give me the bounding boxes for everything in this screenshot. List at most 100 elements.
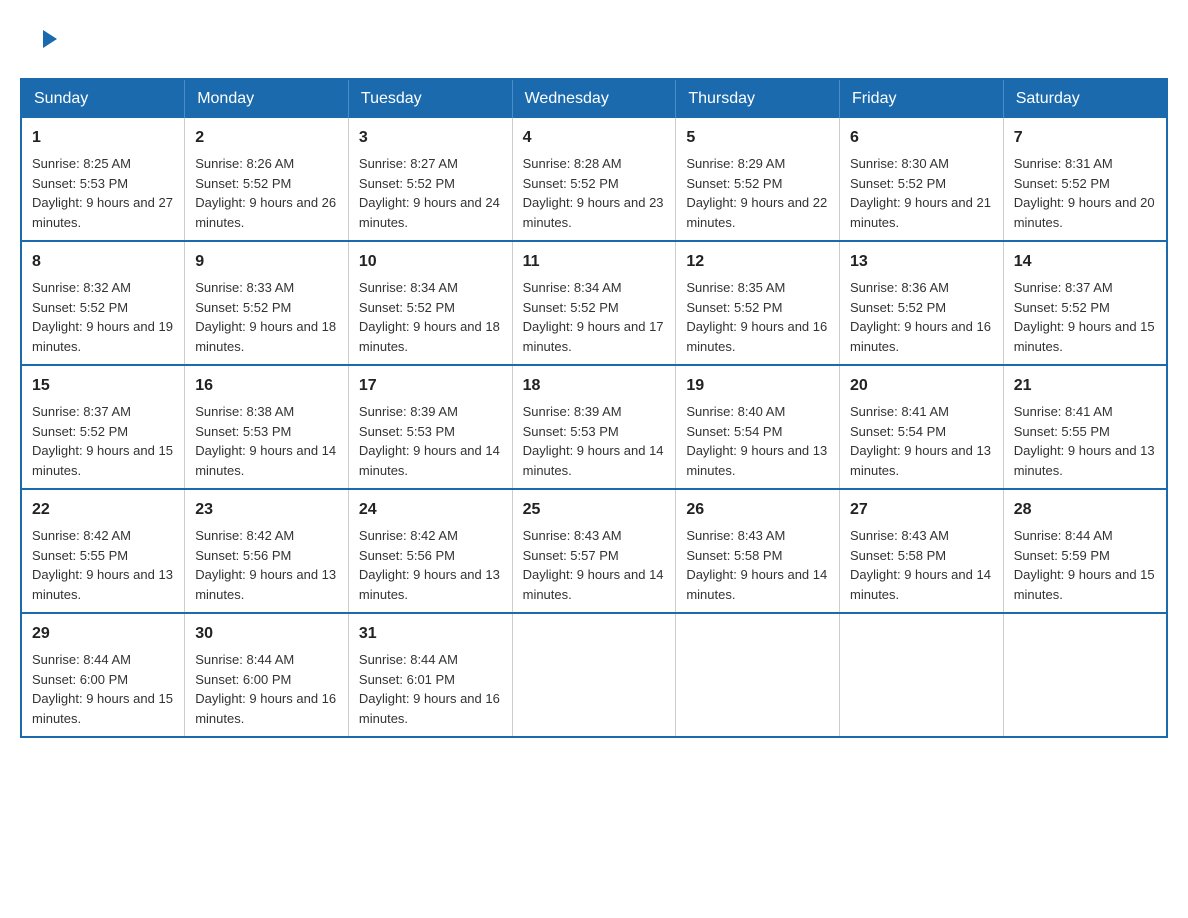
day-daylight: Daylight: 9 hours and 18 minutes. (359, 319, 500, 354)
calendar-day-cell: 28 Sunrise: 8:44 AM Sunset: 5:59 PM Dayl… (1003, 489, 1167, 613)
day-sunset: Sunset: 6:01 PM (359, 672, 455, 687)
day-sunrise: Sunrise: 8:44 AM (32, 652, 131, 667)
day-number: 6 (850, 126, 993, 150)
day-daylight: Daylight: 9 hours and 26 minutes. (195, 195, 336, 230)
day-sunset: Sunset: 6:00 PM (195, 672, 291, 687)
calendar-day-cell: 26 Sunrise: 8:43 AM Sunset: 5:58 PM Dayl… (676, 489, 840, 613)
calendar-day-cell: 7 Sunrise: 8:31 AM Sunset: 5:52 PM Dayli… (1003, 118, 1167, 241)
day-sunset: Sunset: 5:52 PM (1014, 176, 1110, 191)
calendar-day-cell: 3 Sunrise: 8:27 AM Sunset: 5:52 PM Dayli… (348, 118, 512, 241)
day-daylight: Daylight: 9 hours and 15 minutes. (32, 691, 173, 726)
day-daylight: Daylight: 9 hours and 24 minutes. (359, 195, 500, 230)
day-sunset: Sunset: 5:52 PM (195, 300, 291, 315)
day-number: 10 (359, 250, 502, 274)
calendar-day-cell: 8 Sunrise: 8:32 AM Sunset: 5:52 PM Dayli… (21, 241, 185, 365)
day-daylight: Daylight: 9 hours and 16 minutes. (686, 319, 827, 354)
day-daylight: Daylight: 9 hours and 18 minutes. (195, 319, 336, 354)
day-sunset: Sunset: 5:52 PM (32, 300, 128, 315)
calendar-week-row: 1 Sunrise: 8:25 AM Sunset: 5:53 PM Dayli… (21, 118, 1167, 241)
day-daylight: Daylight: 9 hours and 14 minutes. (523, 443, 664, 478)
day-number: 26 (686, 498, 829, 522)
day-daylight: Daylight: 9 hours and 14 minutes. (850, 567, 991, 602)
day-number: 21 (1014, 374, 1156, 398)
calendar-day-cell (840, 613, 1004, 737)
day-daylight: Daylight: 9 hours and 13 minutes. (195, 567, 336, 602)
day-number: 29 (32, 622, 174, 646)
day-sunset: Sunset: 5:52 PM (523, 176, 619, 191)
day-number: 11 (523, 250, 666, 274)
calendar-day-cell: 14 Sunrise: 8:37 AM Sunset: 5:52 PM Dayl… (1003, 241, 1167, 365)
day-daylight: Daylight: 9 hours and 15 minutes. (1014, 319, 1155, 354)
weekday-header-tuesday: Tuesday (348, 79, 512, 118)
calendar-week-row: 15 Sunrise: 8:37 AM Sunset: 5:52 PM Dayl… (21, 365, 1167, 489)
day-sunrise: Sunrise: 8:28 AM (523, 156, 622, 171)
day-daylight: Daylight: 9 hours and 14 minutes. (195, 443, 336, 478)
day-sunrise: Sunrise: 8:39 AM (523, 404, 622, 419)
calendar-week-row: 29 Sunrise: 8:44 AM Sunset: 6:00 PM Dayl… (21, 613, 1167, 737)
day-number: 12 (686, 250, 829, 274)
day-number: 13 (850, 250, 993, 274)
day-sunrise: Sunrise: 8:29 AM (686, 156, 785, 171)
day-number: 22 (32, 498, 174, 522)
day-number: 15 (32, 374, 174, 398)
day-sunset: Sunset: 5:55 PM (32, 548, 128, 563)
weekday-header-monday: Monday (185, 79, 349, 118)
day-sunset: Sunset: 5:53 PM (359, 424, 455, 439)
day-sunset: Sunset: 5:52 PM (686, 300, 782, 315)
day-number: 8 (32, 250, 174, 274)
day-number: 23 (195, 498, 338, 522)
weekday-header-sunday: Sunday (21, 79, 185, 118)
day-daylight: Daylight: 9 hours and 17 minutes. (523, 319, 664, 354)
calendar-day-cell: 24 Sunrise: 8:42 AM Sunset: 5:56 PM Dayl… (348, 489, 512, 613)
day-sunrise: Sunrise: 8:44 AM (1014, 528, 1113, 543)
day-sunset: Sunset: 5:54 PM (686, 424, 782, 439)
day-sunset: Sunset: 5:56 PM (359, 548, 455, 563)
day-sunset: Sunset: 5:52 PM (850, 176, 946, 191)
day-number: 31 (359, 622, 502, 646)
day-daylight: Daylight: 9 hours and 13 minutes. (32, 567, 173, 602)
day-sunset: Sunset: 5:52 PM (195, 176, 291, 191)
day-number: 19 (686, 374, 829, 398)
day-daylight: Daylight: 9 hours and 20 minutes. (1014, 195, 1155, 230)
calendar-day-cell: 6 Sunrise: 8:30 AM Sunset: 5:52 PM Dayli… (840, 118, 1004, 241)
day-number: 1 (32, 126, 174, 150)
day-daylight: Daylight: 9 hours and 16 minutes. (850, 319, 991, 354)
day-number: 16 (195, 374, 338, 398)
day-daylight: Daylight: 9 hours and 14 minutes. (686, 567, 827, 602)
calendar-day-cell: 1 Sunrise: 8:25 AM Sunset: 5:53 PM Dayli… (21, 118, 185, 241)
day-sunrise: Sunrise: 8:35 AM (686, 280, 785, 295)
day-sunset: Sunset: 5:53 PM (195, 424, 291, 439)
day-daylight: Daylight: 9 hours and 27 minutes. (32, 195, 173, 230)
day-sunrise: Sunrise: 8:38 AM (195, 404, 294, 419)
day-sunrise: Sunrise: 8:37 AM (1014, 280, 1113, 295)
day-daylight: Daylight: 9 hours and 14 minutes. (523, 567, 664, 602)
day-daylight: Daylight: 9 hours and 15 minutes. (32, 443, 173, 478)
calendar-week-row: 22 Sunrise: 8:42 AM Sunset: 5:55 PM Dayl… (21, 489, 1167, 613)
day-sunset: Sunset: 5:53 PM (523, 424, 619, 439)
day-number: 24 (359, 498, 502, 522)
calendar-day-cell: 25 Sunrise: 8:43 AM Sunset: 5:57 PM Dayl… (512, 489, 676, 613)
weekday-header-wednesday: Wednesday (512, 79, 676, 118)
day-sunset: Sunset: 5:52 PM (32, 424, 128, 439)
weekday-header-row: SundayMondayTuesdayWednesdayThursdayFrid… (21, 79, 1167, 118)
calendar-day-cell (676, 613, 840, 737)
day-number: 20 (850, 374, 993, 398)
day-sunrise: Sunrise: 8:30 AM (850, 156, 949, 171)
calendar-day-cell (512, 613, 676, 737)
day-sunrise: Sunrise: 8:31 AM (1014, 156, 1113, 171)
day-number: 27 (850, 498, 993, 522)
day-daylight: Daylight: 9 hours and 13 minutes. (1014, 443, 1155, 478)
day-sunset: Sunset: 5:55 PM (1014, 424, 1110, 439)
day-daylight: Daylight: 9 hours and 19 minutes. (32, 319, 173, 354)
calendar-table: SundayMondayTuesdayWednesdayThursdayFrid… (20, 78, 1168, 738)
day-sunrise: Sunrise: 8:43 AM (850, 528, 949, 543)
day-number: 14 (1014, 250, 1156, 274)
day-sunset: Sunset: 5:52 PM (1014, 300, 1110, 315)
day-sunset: Sunset: 5:54 PM (850, 424, 946, 439)
day-number: 2 (195, 126, 338, 150)
day-sunrise: Sunrise: 8:41 AM (1014, 404, 1113, 419)
day-sunset: Sunset: 5:52 PM (359, 176, 455, 191)
day-sunrise: Sunrise: 8:42 AM (359, 528, 458, 543)
day-sunset: Sunset: 5:53 PM (32, 176, 128, 191)
day-daylight: Daylight: 9 hours and 13 minutes. (359, 567, 500, 602)
